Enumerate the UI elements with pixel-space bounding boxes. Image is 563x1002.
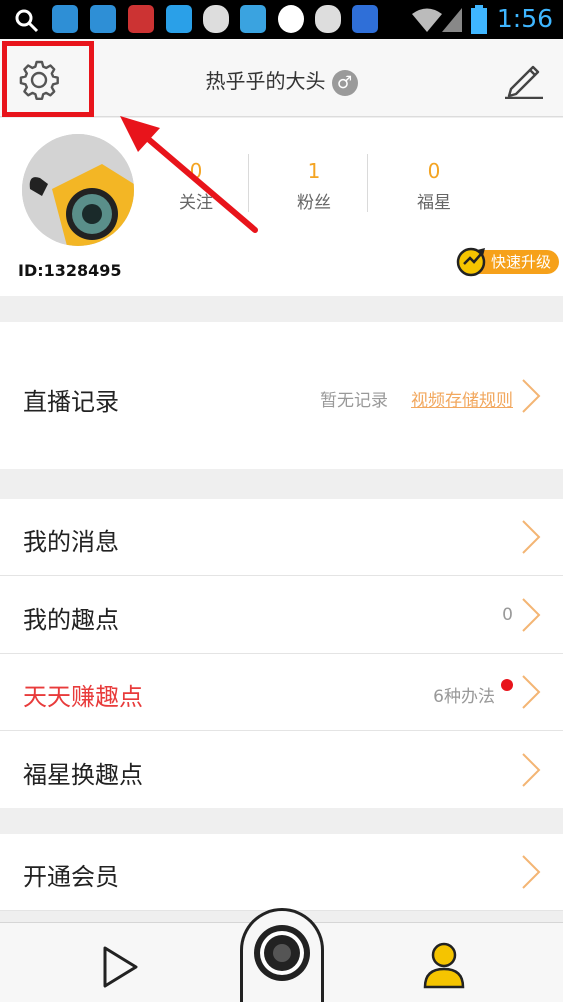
username: 热乎乎的大头 <box>205 69 326 93</box>
earn-methods-count: 6种办法 <box>433 687 495 707</box>
profile-card: ID:1328495 0 关注 1 粉丝 0 福星 快速升级 <box>0 118 563 296</box>
app-icon <box>52 5 78 33</box>
row-label: 福星换趣点 <box>23 761 143 789</box>
row-label: 开通会员 <box>23 863 119 891</box>
signal-icon <box>442 8 462 32</box>
video-storage-rules-link[interactable]: 视频存储规则 <box>411 386 513 411</box>
record-status: 暂无记录 <box>320 391 388 411</box>
chevron-right-icon <box>522 520 541 554</box>
list-item-my-messages[interactable]: 我的消息 <box>0 499 563 575</box>
row-label: 我的趣点 <box>23 606 119 634</box>
app-icon <box>90 5 116 33</box>
wifi-icon <box>412 8 442 32</box>
user-id: ID:1328495 <box>18 261 122 280</box>
list-item-open-membership[interactable]: 开通会员 <box>0 834 563 910</box>
list-item-my-points[interactable]: 我的趣点 0 <box>0 576 563 653</box>
notification-dot <box>501 679 513 691</box>
divider <box>367 154 368 212</box>
stat-label: 粉丝 <box>297 193 331 213</box>
sogou-input-icon <box>128 5 154 33</box>
cloud-icon <box>203 5 229 33</box>
male-gender-icon: ♂ <box>331 69 358 96</box>
chevron-right-icon <box>522 855 541 889</box>
annotation-arrow <box>120 116 258 233</box>
chevron-right-icon <box>522 379 541 413</box>
chevron-right-icon <box>522 675 541 709</box>
live-record-row[interactable]: 直播记录 暂无记录 视频存储规则 <box>0 322 563 469</box>
stat-lucky-stars[interactable]: 0 福星 <box>374 158 494 213</box>
camera-tab-button[interactable] <box>240 908 324 1002</box>
stat-label: 福星 <box>417 193 451 213</box>
list-item-exchange-stars[interactable]: 福星换趣点 <box>0 731 563 808</box>
stat-followers[interactable]: 1 粉丝 <box>254 158 374 213</box>
row-label: 我的消息 <box>23 528 119 556</box>
chevron-right-icon <box>522 598 541 632</box>
list-item-earn-points[interactable]: 天天赚趣点 6种办法 <box>0 654 563 730</box>
search-icon <box>15 9 39 33</box>
status-bar: 1:56 <box>0 0 563 39</box>
stat-value: 1 <box>307 159 321 183</box>
qq-icon <box>166 5 192 33</box>
frog-icon <box>240 5 266 33</box>
edit-pencil-icon[interactable] <box>503 57 545 99</box>
quick-upgrade-button[interactable]: 快速升级 <box>456 247 559 277</box>
cloud-icon <box>315 5 341 33</box>
chevron-right-icon <box>522 753 541 787</box>
camera-icon <box>254 925 310 981</box>
upgrade-badge-icon <box>456 247 486 277</box>
baidu-icon <box>352 5 378 33</box>
play-icon[interactable] <box>100 945 140 989</box>
points-count: 0 <box>502 605 513 625</box>
upgrade-label: 快速升级 <box>490 253 551 271</box>
stat-value: 0 <box>427 159 441 183</box>
settings-highlight-box <box>2 41 94 117</box>
clock: 1:56 <box>496 4 553 33</box>
browser-icon <box>278 5 304 33</box>
battery-icon <box>471 5 487 34</box>
row-label: 直播记录 <box>23 388 119 416</box>
user-icon[interactable] <box>422 941 466 989</box>
row-label: 天天赚趣点 <box>23 683 143 711</box>
